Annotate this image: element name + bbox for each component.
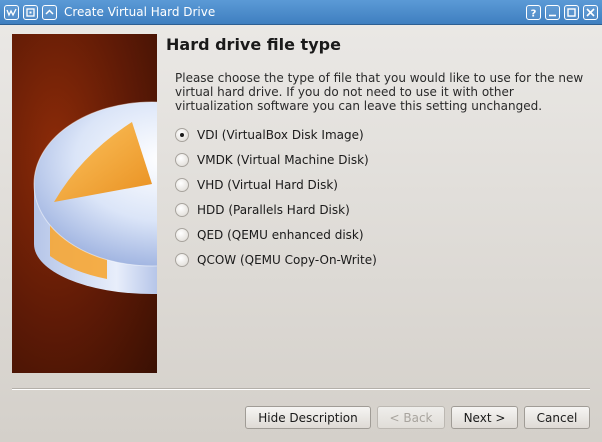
option-label[interactable]: HDD (Parallels Hard Disk) xyxy=(197,203,350,217)
file-type-options: VDI (VirtualBox Disk Image) VMDK (Virtua… xyxy=(175,122,377,272)
radio-button[interactable] xyxy=(175,202,189,217)
close-icon[interactable] xyxy=(583,4,598,20)
help-icon[interactable]: ? xyxy=(526,4,541,20)
next-button[interactable]: Next > xyxy=(451,406,518,429)
radio-button[interactable] xyxy=(175,152,189,167)
window-title: Create Virtual Hard Drive xyxy=(64,5,216,19)
radio-button[interactable] xyxy=(175,177,189,192)
hard-disk-icon xyxy=(33,101,157,294)
option-label[interactable]: VHD (Virtual Hard Disk) xyxy=(197,178,338,192)
app-icon[interactable] xyxy=(4,4,19,20)
option-vhd[interactable]: VHD (Virtual Hard Disk) xyxy=(175,172,377,197)
button-separator xyxy=(12,388,590,390)
title-bar[interactable]: Create Virtual Hard Drive ? xyxy=(0,0,602,25)
radio-button[interactable] xyxy=(175,127,189,142)
option-label[interactable]: QED (QEMU enhanced disk) xyxy=(197,228,364,242)
cancel-button[interactable]: Cancel xyxy=(524,406,590,429)
page-title: Hard drive file type xyxy=(166,35,341,54)
radio-button[interactable] xyxy=(175,227,189,242)
page-description: Please choose the type of file that you … xyxy=(175,71,584,113)
option-label[interactable]: VMDK (Virtual Machine Disk) xyxy=(197,153,369,167)
back-button[interactable]: < Back xyxy=(377,406,445,429)
pin-icon[interactable] xyxy=(23,4,38,20)
option-hdd[interactable]: HDD (Parallels Hard Disk) xyxy=(175,197,377,222)
radio-button[interactable] xyxy=(175,252,189,267)
shade-icon[interactable] xyxy=(42,4,57,20)
minimize-icon[interactable] xyxy=(545,4,560,20)
svg-text:?: ? xyxy=(531,8,537,18)
option-qed[interactable]: QED (QEMU enhanced disk) xyxy=(175,222,377,247)
option-vdi[interactable]: VDI (VirtualBox Disk Image) xyxy=(175,122,377,147)
radio-selected-dot xyxy=(180,132,184,137)
option-qcow[interactable]: QCOW (QEMU Copy-On-Write) xyxy=(175,247,377,272)
wizard-side-image xyxy=(12,34,157,373)
option-label[interactable]: QCOW (QEMU Copy-On-Write) xyxy=(197,253,377,267)
maximize-icon[interactable] xyxy=(564,4,579,20)
hide-description-button[interactable]: Hide Description xyxy=(245,406,371,429)
option-vmdk[interactable]: VMDK (Virtual Machine Disk) xyxy=(175,147,377,172)
wizard-page: Hard drive file type Please choose the t… xyxy=(0,25,602,442)
option-label[interactable]: VDI (VirtualBox Disk Image) xyxy=(197,128,364,142)
